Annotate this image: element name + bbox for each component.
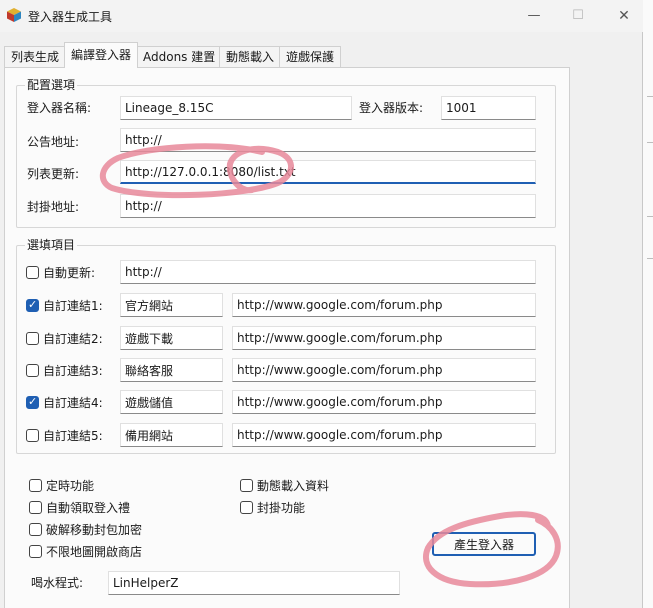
tab-game-protection[interactable]: 遊戲保護 [279, 46, 342, 68]
auto-update-checkbox[interactable] [26, 266, 39, 279]
unlimited-map-shop-checkbox[interactable] [29, 545, 42, 558]
custom-link-1-name-input[interactable] [120, 293, 223, 317]
check-icon: ✓ [28, 395, 38, 408]
background-window-edge [643, 0, 653, 608]
tab-compile-launcher[interactable]: 編譯登入器 [64, 42, 139, 68]
custom-link-2-checkbox[interactable] [26, 332, 39, 345]
maximize-button[interactable]: ☐ [568, 6, 588, 26]
custom-link-1-checkbox[interactable]: ✓ [26, 298, 39, 312]
title-bar: 登入器生成工具 — ☐ ✕ [0, 0, 643, 32]
auto-login-gift-checkbox[interactable] [29, 501, 42, 514]
auto-update-label[interactable]: 自動更新: [43, 266, 95, 280]
launcher-version-label: 登入器版本: [359, 101, 424, 115]
custom-link-4-checkbox[interactable]: ✓ [26, 395, 39, 409]
auto-update-input[interactable] [120, 260, 536, 284]
tab-addons-build[interactable]: Addons 建置 [136, 46, 223, 68]
custom-link-1-label[interactable]: 自訂連結1: [43, 299, 103, 313]
custom-link-2-label[interactable]: 自訂連結2: [43, 332, 103, 346]
app-cube-icon [7, 8, 21, 22]
crack-packet-encryption-checkbox[interactable] [29, 523, 42, 536]
custom-link-5-name-input[interactable] [120, 423, 223, 447]
dynamic-load-data-label[interactable]: 動態載入資料 [257, 479, 329, 493]
background-divider [647, 258, 653, 259]
custom-link-3-name-input[interactable] [120, 358, 223, 382]
generate-launcher-button[interactable]: 產生登入器 [432, 532, 536, 556]
plugin-block-checkbox[interactable] [240, 501, 253, 514]
options-group-title: 選填項目 [25, 238, 78, 252]
launcher-name-label: 登入器名稱: [27, 101, 92, 115]
custom-link-3-url-input[interactable] [232, 358, 536, 382]
launcher-version-input[interactable] [441, 96, 536, 120]
custom-link-5-checkbox[interactable] [26, 429, 39, 442]
timer-feature-checkbox[interactable] [29, 479, 42, 492]
custom-link-3-checkbox[interactable] [26, 364, 39, 377]
tab-list-generate[interactable]: 列表生成 [4, 46, 67, 68]
background-divider [647, 96, 653, 97]
auto-login-gift-label[interactable]: 自動領取登入禮 [46, 501, 130, 515]
tab-bar: 列表生成 編譯登入器 Addons 建置 動態載入 遊戲保護 [0, 42, 643, 68]
window-title: 登入器生成工具 [28, 10, 113, 24]
crack-packet-encryption-label[interactable]: 破解移動封包加密 [46, 523, 142, 537]
plugin-block-label[interactable]: 封掛功能 [257, 501, 305, 515]
custom-link-2-name-input[interactable] [120, 326, 223, 350]
custom-link-4-name-input[interactable] [120, 390, 223, 414]
custom-link-5-label[interactable]: 自訂連結5: [43, 429, 103, 443]
options-group: 選填項目 自動更新: ✓ 自訂連結1: 自訂連結2: 自訂連結3: [16, 238, 556, 454]
list-update-input[interactable] [120, 160, 536, 184]
plugin-url-label: 封掛地址: [27, 200, 80, 214]
list-update-label: 列表更新: [27, 167, 80, 181]
plugin-url-input[interactable] [120, 194, 536, 218]
dynamic-load-data-checkbox[interactable] [240, 479, 253, 492]
background-divider [647, 142, 653, 143]
water-program-input[interactable] [108, 571, 400, 595]
notice-url-label: 公告地址: [27, 135, 80, 149]
main-window: 登入器生成工具 — ☐ ✕ 列表生成 編譯登入器 Addons 建置 動態載入 … [0, 0, 643, 608]
config-group-title: 配置選項 [25, 78, 78, 92]
custom-link-3-label[interactable]: 自訂連結3: [43, 364, 103, 378]
custom-link-1-url-input[interactable] [232, 293, 536, 317]
minimize-button[interactable]: — [524, 6, 544, 26]
background-divider [647, 216, 653, 217]
water-program-label: 喝水程式: [31, 576, 84, 590]
tab-page-compile: 配置選項 登入器名稱: 登入器版本: 公告地址: 列表更新: 封掛地址: 選填項… [4, 67, 570, 608]
custom-link-4-label[interactable]: 自訂連結4: [43, 396, 103, 410]
timer-feature-label[interactable]: 定時功能 [46, 479, 94, 493]
config-group: 配置選項 登入器名稱: 登入器版本: 公告地址: 列表更新: 封掛地址: [16, 78, 556, 228]
custom-link-4-url-input[interactable] [232, 390, 536, 414]
notice-url-input[interactable] [120, 128, 536, 152]
custom-link-2-url-input[interactable] [232, 326, 536, 350]
tab-dynamic-load[interactable]: 動態載入 [219, 46, 282, 68]
check-icon: ✓ [28, 298, 38, 311]
launcher-name-input[interactable] [120, 96, 352, 120]
unlimited-map-shop-label[interactable]: 不限地圖開啟商店 [46, 545, 142, 559]
close-button[interactable]: ✕ [614, 6, 634, 26]
custom-link-5-url-input[interactable] [232, 423, 536, 447]
